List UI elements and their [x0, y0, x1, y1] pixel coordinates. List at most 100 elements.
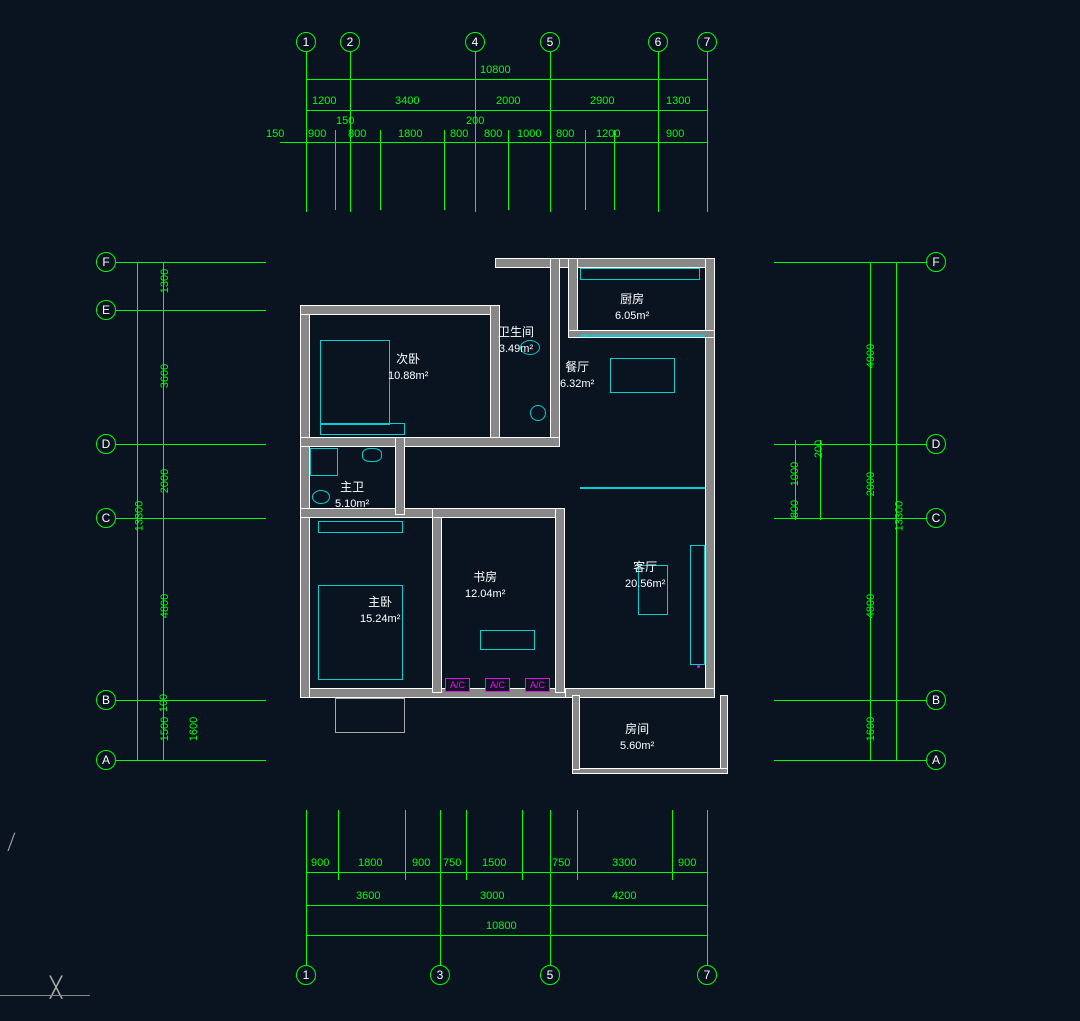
dim-line: [163, 262, 164, 760]
grid-bubble-7b: 7: [697, 965, 717, 985]
grid-bubble-D-left: D: [96, 434, 116, 454]
room-label-dining: 餐厅6.32m²: [560, 360, 594, 391]
wardrobe-bed2: [320, 423, 405, 435]
dim-top-800d: 800: [556, 128, 574, 140]
sink-master: [362, 448, 382, 462]
dim-line: [306, 872, 707, 873]
dim-left-100: 100: [158, 694, 170, 712]
cursor-cross: ╳: [50, 975, 62, 1000]
wall-room-left: [572, 695, 580, 770]
wall-room-right: [720, 695, 728, 770]
dim-top-1200: 1200: [312, 95, 336, 107]
dim-b-900: 900: [311, 857, 329, 869]
wall-inner-h1: [300, 437, 560, 447]
dim-b-total: 10800: [486, 920, 517, 932]
magenta-dot: [697, 665, 700, 668]
dim-top-1800: 1800: [398, 128, 422, 140]
grid-bubble-5b: 5: [540, 965, 560, 985]
room-label-study: 书房12.04m²: [465, 570, 505, 601]
grid-bubble-C-left: C: [96, 508, 116, 528]
toilet-master: [312, 490, 330, 504]
dim-b-3000: 3000: [480, 890, 504, 902]
wall-balcony: [335, 698, 405, 733]
grid-line-v: [405, 810, 406, 880]
grid-line-v: [466, 810, 467, 880]
dim-b-900b: 900: [412, 857, 430, 869]
room-label-living: 客厅20.56m²: [625, 560, 665, 591]
dim-right-200: 200: [813, 440, 825, 458]
dim-top-2900: 2900: [590, 95, 614, 107]
grid-bubble-6: 6: [648, 32, 668, 52]
grid-line-v: [522, 810, 523, 880]
wall-room-bottom: [572, 768, 728, 774]
room-label-masterbath: 主卫5.10m²: [335, 480, 369, 511]
dim-top-900b: 900: [666, 128, 684, 140]
dim-line: [306, 79, 707, 80]
room-label-bathroom: 卫生间3.49m²: [498, 325, 534, 356]
grid-line-v: [707, 52, 708, 212]
grid-line-v: [306, 52, 307, 212]
wardrobe-master: [318, 521, 403, 533]
wall-masterbath-right: [395, 437, 405, 515]
dim-right-4800: 4800: [865, 594, 877, 618]
wall-outer-top: [495, 258, 715, 268]
dim-top-150b: 150: [336, 115, 354, 127]
grid-bubble-7: 7: [697, 32, 717, 52]
grid-bubble-D-right: D: [926, 434, 946, 454]
dim-right-2000: 2000: [865, 472, 877, 496]
cursor-mark: ⟋: [1, 830, 22, 856]
grid-line-v: [658, 52, 659, 212]
dim-right-4900: 4900: [865, 344, 877, 368]
room-label-master: 主卧15.24m²: [360, 595, 400, 626]
dim-b-3600: 3600: [356, 890, 380, 902]
room-label-room: 房间5.60m²: [620, 722, 654, 753]
grid-line-v: [672, 810, 673, 880]
shower: [310, 448, 338, 476]
grid-bubble-3b: 3: [430, 965, 450, 985]
grid-bubble-F-right: F: [926, 252, 946, 272]
grid-line-v: [440, 810, 441, 965]
dim-left-1500: 1500: [159, 717, 171, 741]
grid-line-h: [774, 262, 926, 263]
dim-top-edge-150: 150: [266, 128, 284, 140]
dim-right-1000: 1000: [789, 462, 801, 486]
grid-line-v: [550, 52, 551, 212]
dim-b-1800: 1800: [358, 857, 382, 869]
grid-bubble-B-left: B: [96, 690, 116, 710]
grid-bubble-E-left: E: [96, 300, 116, 320]
ac-label-2: A/C: [485, 678, 510, 692]
dim-top-1300: 1300: [666, 95, 690, 107]
grid-line-h: [116, 310, 266, 311]
grid-line-h: [116, 262, 266, 263]
room-label-kitchen: 厨房6.05m²: [615, 292, 649, 323]
desk-study: [480, 630, 535, 650]
dim-b-900c: 900: [678, 857, 696, 869]
wall-outer-left: [300, 305, 310, 698]
dim-b-3300: 3300: [612, 857, 636, 869]
dim-line: [870, 262, 871, 760]
dim-total-width-top: 10800: [480, 64, 511, 76]
wall-study-top: [432, 508, 564, 518]
dim-line: [306, 935, 707, 936]
dim-top-3400: 3400: [395, 95, 419, 107]
wall-kitchen-left: [568, 258, 578, 338]
grid-line-v: [577, 810, 578, 880]
bed-secondary: [320, 340, 390, 425]
wall-top-left: [300, 305, 500, 315]
wall-inner-h2: [300, 508, 440, 518]
grid-bubble-1b: 1: [296, 965, 316, 985]
grid-line-h: [774, 444, 926, 445]
window-line: [580, 335, 705, 337]
dim-right-total: 13300: [893, 501, 905, 532]
dim-top-800: 800: [348, 128, 366, 140]
wall-outer-right: [705, 258, 715, 698]
grid-line-h: [116, 760, 266, 761]
dim-right-800: 800: [789, 500, 801, 518]
dim-left-3600: 3600: [159, 364, 171, 388]
dim-b-750: 750: [443, 857, 461, 869]
grid-bubble-2: 2: [340, 32, 360, 52]
grid-line-h: [774, 760, 926, 761]
ac-label-1: A/C: [445, 678, 470, 692]
grid-line-v: [707, 810, 708, 965]
grid-bubble-A-right: A: [926, 750, 946, 770]
